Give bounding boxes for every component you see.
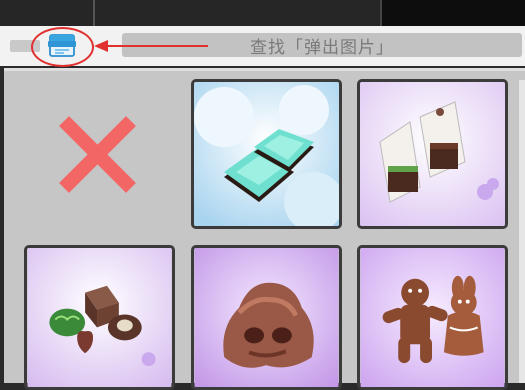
assorted-chocolates-image [27, 248, 172, 387]
mint-chocolate-squares[interactable] [191, 79, 342, 229]
mint-chocolate-image [194, 82, 339, 226]
assorted-chocolates[interactable] [24, 245, 175, 390]
close-x-icon [59, 116, 136, 193]
red-arrow-left [94, 40, 208, 52]
chocolate-blob-image [194, 248, 339, 387]
top-black-area [382, 0, 525, 26]
wrapped-brownies-image [360, 82, 505, 226]
panel-right-edge [519, 80, 525, 383]
top-divider [380, 0, 382, 26]
close-item[interactable] [55, 112, 140, 197]
highlight-circle [31, 27, 94, 67]
chocolate-blob[interactable] [191, 245, 342, 390]
gingerbread-cookies[interactable] [357, 245, 508, 390]
top-divider [93, 0, 95, 26]
search-text: 查找「弹出图片」 [250, 37, 394, 58]
wrapped-brownies[interactable] [357, 79, 508, 229]
gingerbread-image [360, 248, 505, 387]
